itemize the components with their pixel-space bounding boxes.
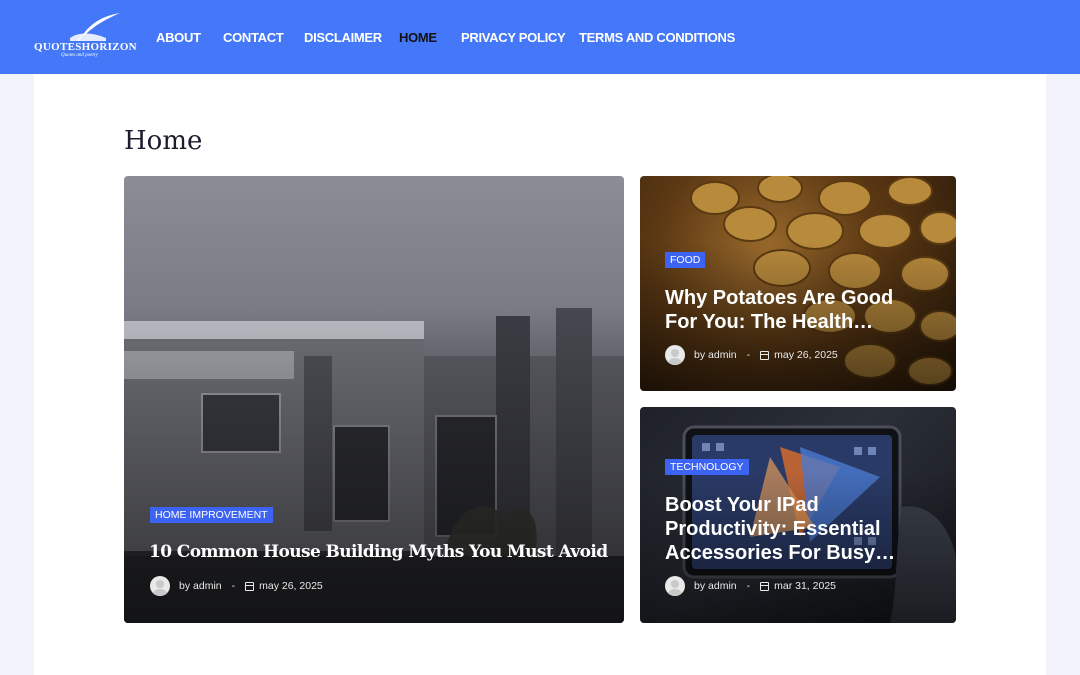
calendar-icon <box>245 581 255 591</box>
site-header: QUOTESHORIZON Quotes and poetry ABOUT CO… <box>0 0 1080 74</box>
post-date: may 26, 2025 <box>774 349 838 361</box>
nav-item-terms-and-conditions[interactable]: TERMS AND CONDITIONS <box>579 30 735 45</box>
avatar <box>150 576 170 596</box>
author-prefix: by <box>179 580 191 592</box>
nav-item-disclaimer[interactable]: DISCLAIMER <box>304 30 382 45</box>
author-prefix: by <box>694 580 706 592</box>
post-date: mar 31, 2025 <box>774 580 836 592</box>
author-name[interactable]: admin <box>708 349 737 361</box>
site-logo[interactable]: QUOTESHORIZON Quotes and poetry <box>34 12 137 62</box>
post-meta: by admin - may 26, 2025 <box>665 345 838 365</box>
post-meta: by admin - may 26, 2025 <box>150 576 323 596</box>
meta-separator: - <box>746 349 751 361</box>
calendar-icon <box>760 350 770 360</box>
meta-separator: - <box>231 580 236 592</box>
nav-item-contact[interactable]: CONTACT <box>223 30 284 45</box>
post-date: may 26, 2025 <box>259 580 323 592</box>
post-card-featured[interactable]: HOME IMPROVEMENT 10 Common House Buildin… <box>124 176 624 623</box>
post-title[interactable]: Why Potatoes Are Good For You: The Healt… <box>665 286 915 334</box>
author-name[interactable]: admin <box>193 580 222 592</box>
calendar-icon <box>760 581 770 591</box>
category-badge[interactable]: TECHNOLOGY <box>665 459 749 475</box>
nav-item-about[interactable]: ABOUT <box>156 30 201 45</box>
category-badge[interactable]: FOOD <box>665 252 706 268</box>
nav-item-home[interactable]: HOME <box>399 30 437 45</box>
logo-tagline: Quotes and poetry <box>61 53 98 58</box>
logo-text: QUOTESHORIZON <box>34 41 137 53</box>
page-title: Home <box>124 126 203 156</box>
author-name[interactable]: admin <box>708 580 737 592</box>
post-title[interactable]: Boost Your IPad Productivity: Essential … <box>665 493 935 565</box>
avatar <box>665 576 685 596</box>
quill-icon <box>70 13 120 42</box>
post-card-technology[interactable]: TECHNOLOGY Boost Your IPad Productivity:… <box>640 407 956 623</box>
post-title[interactable]: 10 Common House Building Myths You Must … <box>149 542 608 562</box>
nav-item-privacy-policy[interactable]: PRIVACY POLICY <box>461 30 566 45</box>
category-badge[interactable]: HOME IMPROVEMENT <box>150 507 273 523</box>
avatar <box>665 345 685 365</box>
post-meta: by admin - mar 31, 2025 <box>665 576 836 596</box>
author-prefix: by <box>694 349 706 361</box>
meta-separator: - <box>746 580 751 592</box>
post-card-food[interactable]: FOOD Why Potatoes Are Good For You: The … <box>640 176 956 391</box>
